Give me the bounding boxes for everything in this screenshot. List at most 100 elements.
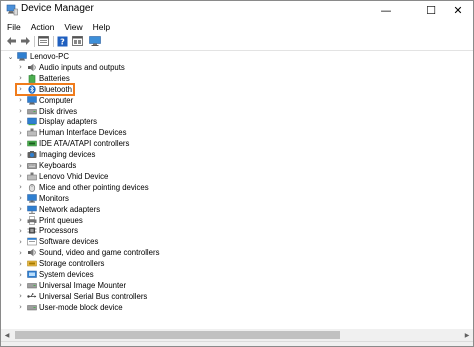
camera-icon [27,150,37,159]
tree-root[interactable]: ⌄ Lenovo-PC [1,51,301,62]
tree-item-network-adapters[interactable]: › Network adapters [1,204,301,215]
software-device-icon [27,237,37,246]
expand-chevron-icon[interactable]: › [17,291,24,302]
tree-item-system-devices[interactable]: › System devices [1,269,301,280]
tree-item-label: Processors [39,226,78,236]
tree-item-label: Computer [39,95,74,105]
printer-icon [27,215,37,225]
tree-item-label: Software devices [39,237,99,247]
expand-chevron-icon[interactable]: › [17,182,24,193]
battery-icon [27,74,37,83]
scroll-right-arrow-icon[interactable]: ▶ [461,329,473,341]
expand-chevron-icon[interactable]: › [17,62,24,73]
bluetooth-highlight-box [15,83,75,96]
scroll-left-arrow-icon[interactable]: ◀ [1,329,13,341]
tree-item-user-mode-block-device[interactable]: › User-mode block device [1,302,301,313]
tree-item-software-devices[interactable]: › Software devices [1,236,301,247]
show-hidden-icon [72,36,83,46]
menu-view[interactable]: View [59,22,87,32]
tree-item-label: Keyboards [39,161,77,170]
hid-icon [27,172,37,181]
tree-item-human-interface-devices[interactable]: › Human Interface Devices [1,127,301,138]
tree-item-processors[interactable]: › Processors [1,225,301,236]
minimize-button[interactable]: — [371,1,401,20]
expand-chevron-icon[interactable]: › [17,215,24,226]
tree-item-display-adapters[interactable]: › Display adapters [1,116,301,127]
tree-item-disk-drives[interactable]: › Disk drives [1,106,301,117]
close-button[interactable]: ✕ [443,1,473,20]
expand-chevron-icon[interactable]: › [17,236,24,247]
network-adapter-icon [27,205,37,214]
forward-button[interactable] [19,35,32,47]
horizontal-scrollbar[interactable]: ◀ ▶ [1,329,473,341]
maximize-button[interactable]: ☐ [416,1,446,20]
speaker-icon [27,63,37,72]
status-bar [1,341,473,346]
disk-drive-icon [27,281,37,290]
system-device-icon [27,270,37,279]
collapse-chevron-icon[interactable]: ⌄ [7,51,14,62]
tree-item-monitors[interactable]: › Monitors [1,193,301,204]
storage-controller-icon [27,259,37,268]
tree-item-label: Disk drives [39,106,78,116]
show-hidden-button[interactable] [71,35,84,47]
expand-chevron-icon[interactable]: › [17,258,24,269]
expand-chevron-icon[interactable]: › [17,269,24,280]
keyboard-icon [27,161,37,170]
tree-item-keyboards[interactable]: › Keyboards [1,160,301,171]
tree-item-computer[interactable]: › Computer [1,95,301,106]
scan-hardware-button[interactable] [88,35,101,47]
expand-chevron-icon[interactable]: › [17,160,24,171]
monitor-icon [27,193,37,203]
expand-chevron-icon[interactable]: › [17,225,24,236]
expand-chevron-icon[interactable]: › [17,127,24,138]
tree-item-label: User-mode block device [39,302,123,312]
tree-item-storage-controllers[interactable]: › Storage controllers [1,258,301,269]
tree-item-universal-image-mounter[interactable]: › Universal Image Mounter [1,280,301,291]
display-adapter-icon [27,117,37,126]
expand-chevron-icon[interactable]: › [17,193,24,204]
mouse-icon [27,183,37,192]
back-button[interactable] [5,35,18,47]
properties-button[interactable] [37,35,50,47]
expand-chevron-icon[interactable]: › [17,116,24,127]
hid-icon [27,128,37,137]
tree-item-universal-serial-bus-controllers[interactable]: › Universal Serial Bus controllers [1,291,301,302]
expand-chevron-icon[interactable]: › [17,106,24,117]
tree-item-label: Sound, video and game controllers [39,248,160,258]
tree-item-sound-video-and-game-controllers[interactable]: › Sound, video and game controllers [1,247,301,258]
tree-item-audio-inputs-and-outputs[interactable]: › Audio inputs and outputs [1,62,301,73]
tree-item-mice-and-other-pointing-devices[interactable]: › Mice and other pointing devices [1,182,301,193]
expand-chevron-icon[interactable]: › [17,149,24,160]
menu-file[interactable]: File [1,22,26,32]
menu-action[interactable]: Action [26,22,60,32]
disk-drive-icon [27,303,37,312]
expand-chevron-icon[interactable]: › [17,302,24,313]
tree-item-label: IDE ATA/ATAPI controllers [39,139,130,149]
tree-item-lenovo-vhid-device[interactable]: › Lenovo Vhid Device [1,171,301,182]
device-manager-window: Device Manager — ☐ ✕ File Action View He… [0,0,474,347]
tree-item-label: Display adapters [39,117,98,127]
speaker-icon [27,248,37,257]
expand-chevron-icon[interactable]: › [17,171,24,182]
menu-help[interactable]: Help [88,22,115,32]
tree-item-label: Monitors [39,193,69,203]
help-button[interactable]: ? [56,35,69,47]
scrollbar-thumb[interactable] [15,331,340,339]
tree-item-label: Mice and other pointing devices [39,182,149,192]
window-title: Device Manager [21,3,94,14]
toolbar: ? [1,33,473,51]
expand-chevron-icon[interactable]: › [17,138,24,149]
title-bar[interactable]: Device Manager — ☐ ✕ [1,1,473,20]
tree-item-label: Lenovo Vhid Device [39,171,109,181]
tree-item-print-queues[interactable]: › Print queues [1,215,301,226]
tree-item-label: System devices [39,270,94,279]
svg-text:?: ? [60,37,65,46]
expand-chevron-icon[interactable]: › [17,280,24,291]
expand-chevron-icon[interactable]: › [17,204,24,215]
back-arrow-icon [7,37,16,45]
expand-chevron-icon[interactable]: › [17,247,24,258]
tree-item-ide-ata-atapi-controllers[interactable]: › IDE ATA/ATAPI controllers [1,138,301,149]
tree-item-imaging-devices[interactable]: › Imaging devices [1,149,301,160]
expand-chevron-icon[interactable]: › [17,95,24,106]
